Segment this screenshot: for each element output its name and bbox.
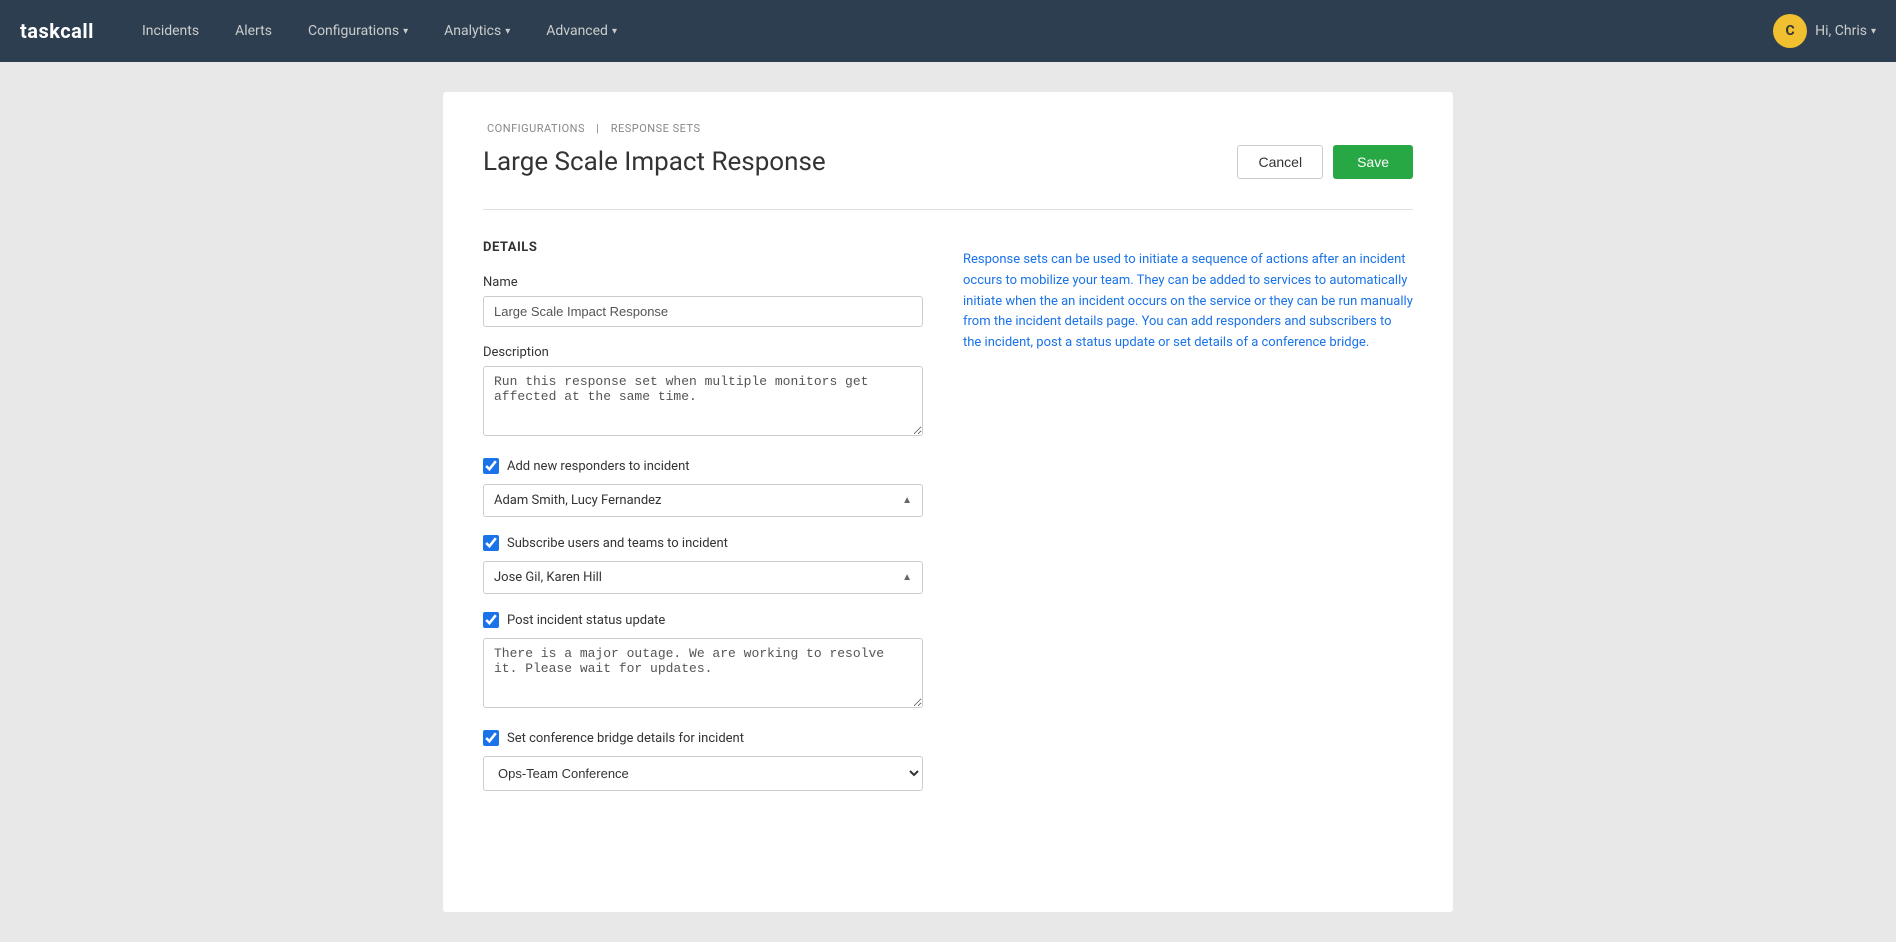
nav-item-configurations[interactable]: Configurations ▾	[290, 0, 426, 62]
nav-item-analytics[interactable]: Analytics ▾	[426, 0, 528, 62]
status-textarea[interactable]	[483, 638, 923, 708]
cancel-button[interactable]: Cancel	[1237, 145, 1323, 179]
conference-select[interactable]: Ops-Team Conference Dev-Team Conference …	[483, 756, 923, 791]
section-divider	[483, 209, 1413, 210]
chevron-down-icon: ▾	[612, 26, 617, 37]
name-label: Name	[483, 275, 923, 290]
conference-checkbox[interactable]	[483, 730, 499, 746]
breadcrumb: CONFIGURATIONS | RESPONSE SETS	[483, 122, 1413, 135]
header-row: Large Scale Impact Response Cancel Save	[483, 145, 1413, 179]
navbar: taskcall Incidents Alerts Configurations…	[0, 0, 1896, 62]
chevron-down-icon: ▾	[403, 26, 408, 37]
chevron-up-icon: ▲	[902, 572, 912, 583]
content-card: CONFIGURATIONS | RESPONSE SETS Large Sca…	[443, 92, 1453, 912]
nav-item-alerts[interactable]: Alerts	[217, 0, 290, 62]
chevron-down-icon: ▾	[505, 26, 510, 37]
subscribers-checkbox[interactable]	[483, 535, 499, 551]
name-input[interactable]	[483, 296, 923, 327]
nav-item-advanced[interactable]: Advanced ▾	[528, 0, 635, 62]
responders-checkbox-label: Add new responders to incident	[507, 459, 690, 474]
nav-items: Incidents Alerts Configurations ▾ Analyt…	[124, 0, 1773, 62]
description-field-group: Description	[483, 345, 923, 440]
name-field-group: Name	[483, 275, 923, 327]
chevron-up-icon: ▲	[902, 495, 912, 506]
brand-logo[interactable]: taskcall	[20, 19, 94, 43]
conference-checkbox-label: Set conference bridge details for incide…	[507, 731, 744, 746]
form-column: DETAILS Name Description Add new respond…	[483, 240, 923, 809]
subscribers-checkbox-label: Subscribe users and teams to incident	[507, 536, 728, 551]
conference-checkbox-row: Set conference bridge details for incide…	[483, 730, 923, 746]
description-textarea[interactable]	[483, 366, 923, 436]
responders-checkbox-row: Add new responders to incident	[483, 458, 923, 474]
page-title: Large Scale Impact Response	[483, 147, 826, 177]
user-menu[interactable]: Hi, Chris ▾	[1815, 23, 1876, 39]
section-heading: DETAILS	[483, 240, 923, 255]
info-column: Response sets can be used to initiate a …	[963, 240, 1413, 809]
header-actions: Cancel Save	[1237, 145, 1413, 179]
status-checkbox[interactable]	[483, 612, 499, 628]
description-label: Description	[483, 345, 923, 360]
status-checkbox-row: Post incident status update	[483, 612, 923, 628]
nav-right: C Hi, Chris ▾	[1773, 14, 1876, 48]
main-wrapper: CONFIGURATIONS | RESPONSE SETS Large Sca…	[0, 62, 1896, 942]
two-col-layout: DETAILS Name Description Add new respond…	[483, 240, 1413, 809]
responders-checkbox[interactable]	[483, 458, 499, 474]
status-checkbox-label: Post incident status update	[507, 613, 665, 628]
avatar: C	[1773, 14, 1807, 48]
subscribers-checkbox-row: Subscribe users and teams to incident	[483, 535, 923, 551]
chevron-down-icon: ▾	[1871, 26, 1876, 37]
subscribers-dropdown[interactable]: Jose Gil, Karen Hill ▲	[483, 561, 923, 594]
save-button[interactable]: Save	[1333, 145, 1413, 179]
nav-item-incidents[interactable]: Incidents	[124, 0, 217, 62]
info-text: Response sets can be used to initiate a …	[963, 250, 1413, 354]
responders-dropdown[interactable]: Adam Smith, Lucy Fernandez ▲	[483, 484, 923, 517]
